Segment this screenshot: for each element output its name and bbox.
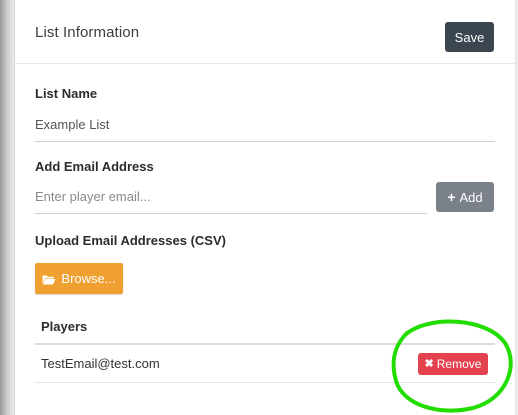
panel-title: List Information [35, 24, 140, 41]
add-email-label: Add Email Address [35, 159, 154, 174]
add-button-label: Add [459, 189, 483, 205]
email-input[interactable] [35, 186, 427, 214]
upload-csv-label: Upload Email Addresses (CSV) [35, 233, 226, 248]
add-email-button[interactable]: + Add [436, 182, 494, 212]
browse-button[interactable]: Browse... [35, 263, 123, 294]
list-name-label: List Name [35, 86, 98, 101]
backdrop-shadow [0, 0, 14, 415]
table-row: TestEmail@test.com ✖ Remove [35, 345, 495, 383]
screen: List Information Save List Name Add Emai… [0, 0, 518, 415]
remove-button-label: Remove [436, 357, 482, 371]
browse-button-label: Browse... [61, 271, 116, 286]
remove-player-button[interactable]: ✖ Remove [418, 353, 488, 375]
folder-open-icon [42, 273, 56, 285]
player-email: TestEmail@test.com [41, 356, 160, 371]
players-heading: Players [41, 319, 88, 334]
plus-icon: + [447, 189, 456, 205]
x-icon: ✖ [424, 357, 434, 370]
save-button[interactable]: Save [445, 22, 494, 52]
panel-header: List Information Save [15, 0, 515, 64]
list-name-input[interactable] [35, 113, 495, 142]
list-information-panel: List Information Save List Name Add Emai… [14, 0, 516, 415]
